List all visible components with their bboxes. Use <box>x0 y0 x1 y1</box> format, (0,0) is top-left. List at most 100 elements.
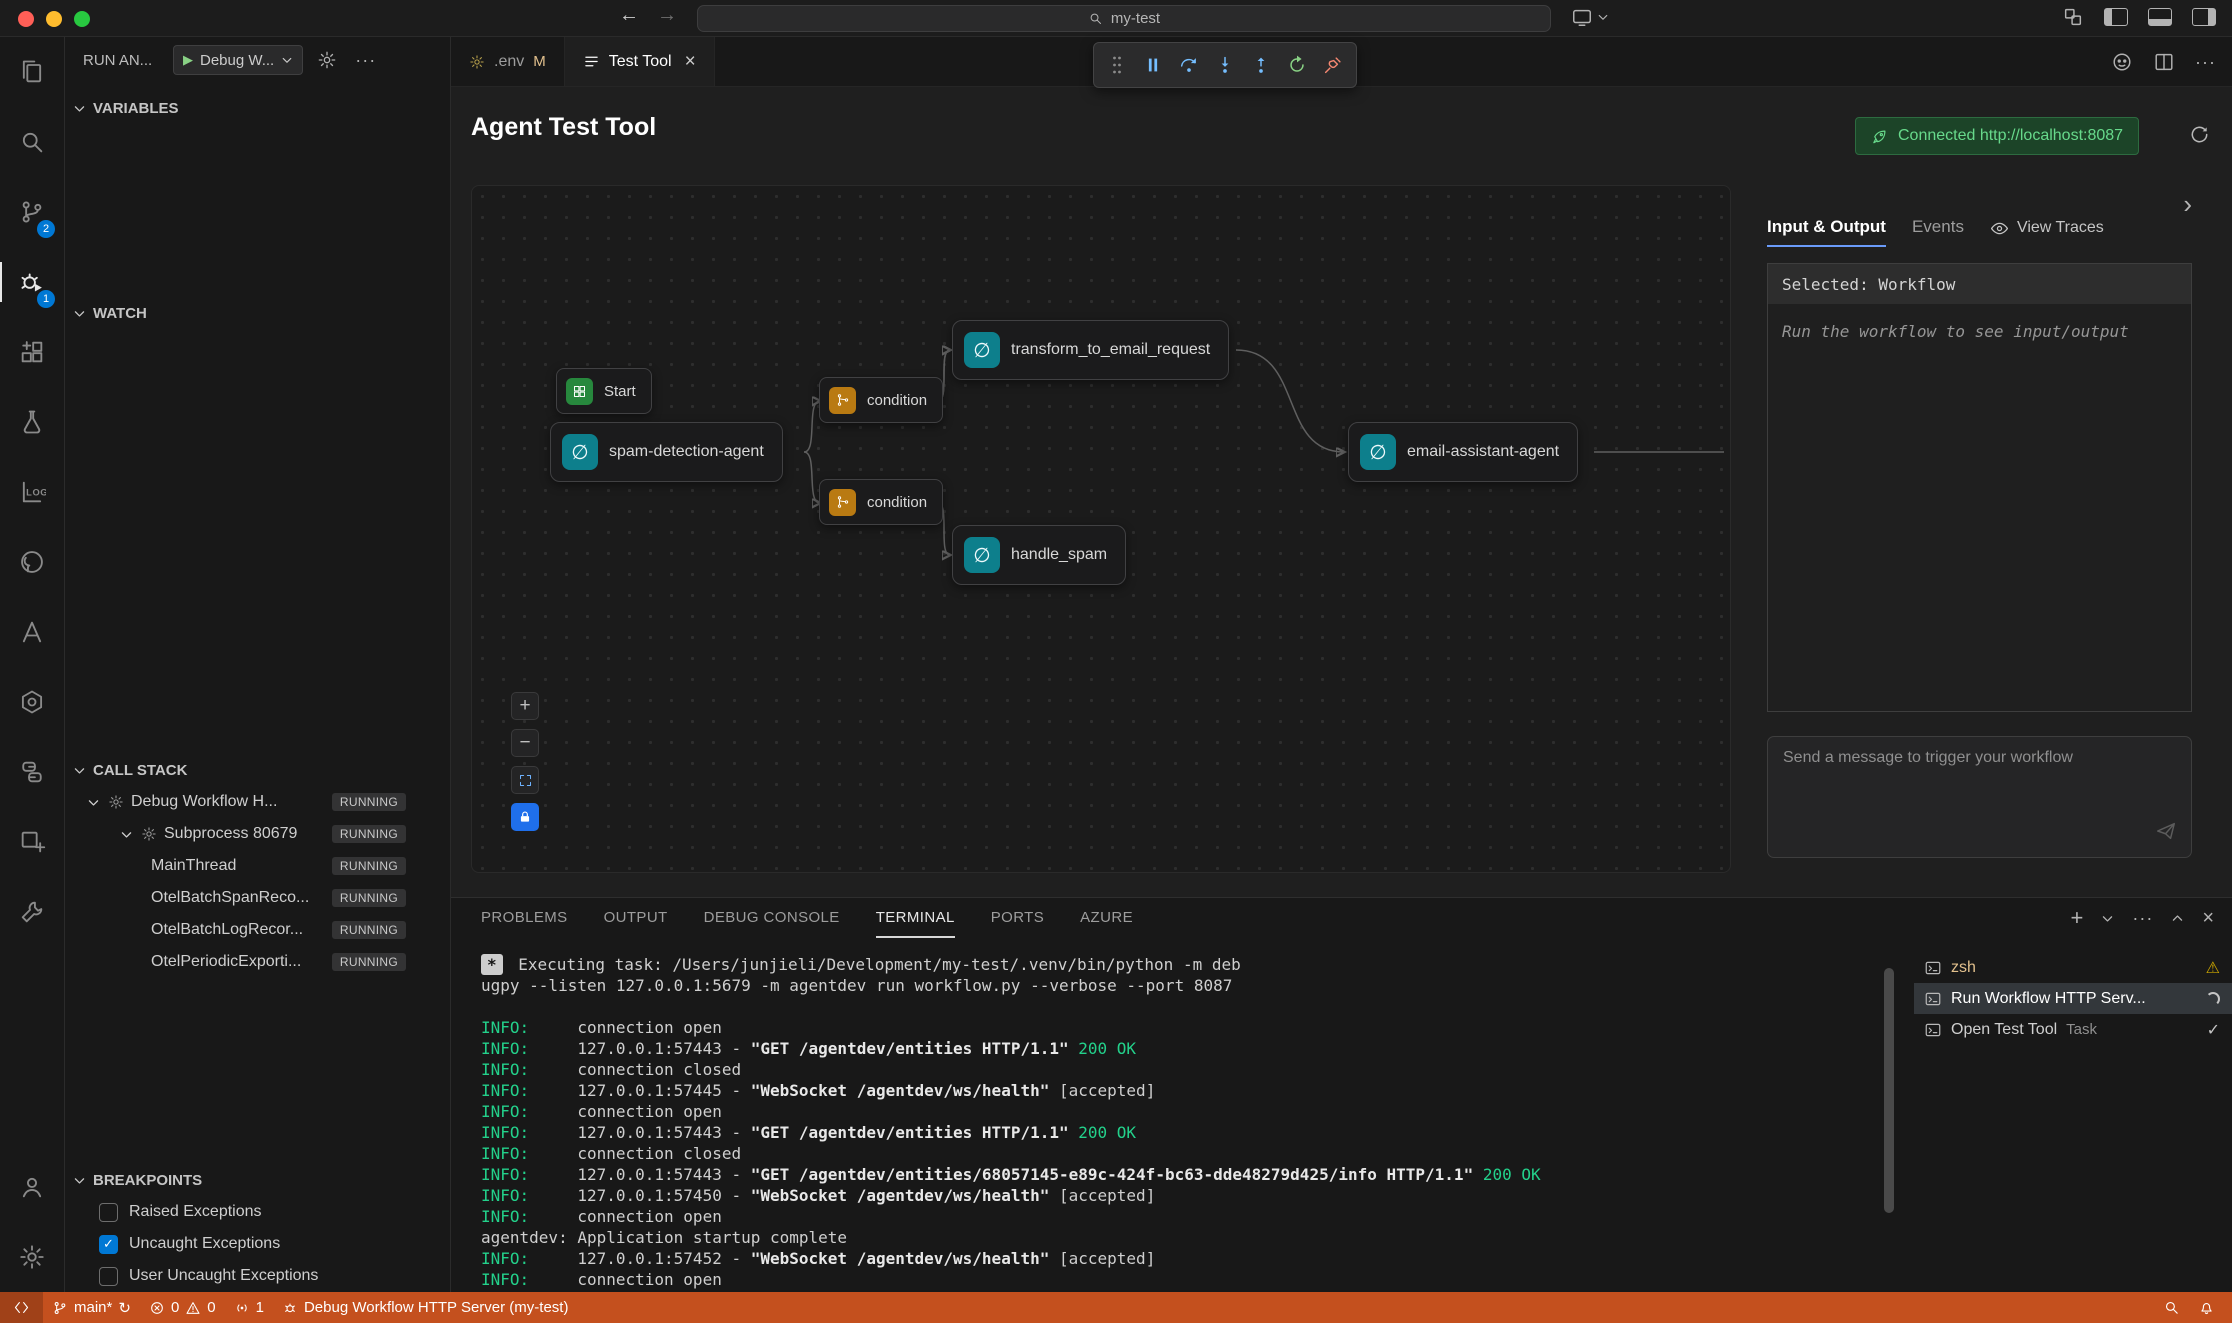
copilot-icon[interactable] <box>2111 51 2133 73</box>
connection-status-badge[interactable]: Connected http://localhost:8087 <box>1855 117 2139 155</box>
chevron-down-icon[interactable] <box>85 796 101 809</box>
restart-button[interactable] <box>1280 47 1314 83</box>
accounts-icon[interactable] <box>0 1152 64 1222</box>
call-stack-row[interactable]: Debug Workflow H...RUNNING <box>65 786 450 818</box>
zoom-window-button[interactable] <box>74 11 90 27</box>
launch-profile-chevron-icon[interactable] <box>2101 912 2114 925</box>
step-out-button[interactable] <box>1244 47 1278 83</box>
panel-tab-output[interactable]: OUTPUT <box>604 898 668 938</box>
call-stack-row[interactable]: MainThreadRUNNING <box>65 850 450 882</box>
command-center-search[interactable]: my-test <box>697 5 1551 32</box>
azure-icon[interactable] <box>0 597 64 667</box>
source-control-icon[interactable]: 2 <box>0 177 64 247</box>
terminal-output[interactable]: * Executing task: /Users/junjieli/Develo… <box>481 954 1872 1292</box>
terminal-list-item[interactable]: zsh⚠ <box>1914 952 2232 983</box>
zoom-in-button[interactable]: + <box>511 692 539 720</box>
zoom-indicator[interactable] <box>2154 1299 2189 1316</box>
forwarded-ports-item[interactable]: 1 <box>225 1292 273 1323</box>
search-view-icon[interactable] <box>0 107 64 177</box>
toggle-sidebar-icon[interactable] <box>2104 8 2128 26</box>
checkbox[interactable]: ✓ <box>99 1235 118 1254</box>
workflow-node-start[interactable]: Start <box>556 368 652 414</box>
watch-section-header[interactable]: WATCH <box>65 298 450 328</box>
workflow-node-email-assistant-agent[interactable]: ∅ email-assistant-agent <box>1348 422 1578 482</box>
breakpoint-row[interactable]: Raised Exceptions <box>65 1196 450 1228</box>
problems-item[interactable]: 0 0 <box>140 1292 225 1323</box>
send-icon[interactable] <box>2155 820 2177 847</box>
debug-launch-dropdown[interactable]: ▶ Debug W... <box>173 45 303 75</box>
output-log-icon[interactable]: LOG <box>0 457 64 527</box>
window-switcher[interactable] <box>1571 6 1609 28</box>
new-terminal-icon[interactable]: + <box>2070 905 2083 931</box>
workflow-canvas[interactable]: Start ∅ spam-detection-agent condition c… <box>471 185 1731 873</box>
split-editor-icon[interactable] <box>2153 51 2175 73</box>
variables-section-header[interactable]: VARIABLES <box>65 93 450 123</box>
git-branch-item[interactable]: main* ↻ <box>43 1292 140 1323</box>
breakpoints-section-header[interactable]: BREAKPOINTS <box>65 1165 450 1195</box>
nav-back-icon[interactable]: ← <box>614 4 644 27</box>
scrollbar-thumb[interactable] <box>1884 968 1894 1213</box>
disconnect-button[interactable] <box>1316 47 1350 83</box>
gear-icon[interactable] <box>313 50 341 70</box>
sync-icon[interactable]: ↻ <box>118 1299 131 1317</box>
more-actions-icon[interactable]: ··· <box>2132 908 2153 929</box>
panel-tab-azure[interactable]: AZURE <box>1080 898 1133 938</box>
run-and-debug-icon[interactable]: 1 <box>0 247 64 317</box>
toggle-panel-icon[interactable] <box>2148 8 2172 26</box>
call-stack-row[interactable]: OtelBatchSpanReco...RUNNING <box>65 882 450 914</box>
terminal-scrollbar[interactable] <box>1884 968 1894 1268</box>
call-stack-row[interactable]: OtelBatchLogRecor...RUNNING <box>65 914 450 946</box>
maximize-panel-icon[interactable] <box>2171 912 2184 925</box>
panel-tab-debug-console[interactable]: DEBUG CONSOLE <box>704 898 840 938</box>
workflow-node-transform-to-email-request[interactable]: ∅ transform_to_email_request <box>952 320 1229 380</box>
checkbox[interactable] <box>99 1267 118 1286</box>
customize-layout-icon[interactable] <box>2062 6 2084 28</box>
testing-icon[interactable] <box>0 387 64 457</box>
panel-tab-problems[interactable]: PROBLEMS <box>481 898 568 938</box>
ai-assistant-icon[interactable] <box>0 667 64 737</box>
extensions-icon[interactable] <box>0 317 64 387</box>
chevron-right-icon[interactable]: › <box>2183 189 2192 220</box>
zoom-out-button[interactable]: − <box>511 729 539 757</box>
refresh-icon[interactable] <box>2188 123 2211 151</box>
debug-session-item[interactable]: Debug Workflow HTTP Server (my-test) <box>273 1292 578 1323</box>
terminal-list-item[interactable]: Open Test ToolTask✓ <box>1914 1014 2232 1045</box>
workflow-node-condition-2[interactable]: condition <box>819 479 943 525</box>
close-panel-icon[interactable]: × <box>2202 907 2214 930</box>
tab-test-tool[interactable]: Test Tool × <box>565 37 715 86</box>
message-input[interactable]: Send a message to trigger your workflow <box>1767 736 2192 858</box>
toggle-secondary-sidebar-icon[interactable] <box>2192 8 2216 26</box>
more-actions-icon[interactable]: ··· <box>2195 52 2216 73</box>
call-stack-row[interactable]: OtelPeriodicExporti...RUNNING <box>65 946 450 978</box>
tools-icon[interactable] <box>0 877 64 947</box>
github-icon[interactable] <box>0 527 64 597</box>
close-tab-icon[interactable]: × <box>685 51 696 73</box>
call-stack-section-header[interactable]: CALL STACK <box>65 755 450 785</box>
panel-tab-ports[interactable]: PORTS <box>991 898 1044 938</box>
lock-button[interactable] <box>511 803 539 831</box>
tab-env[interactable]: .env M <box>451 37 565 86</box>
terminal-list-item[interactable]: Run Workflow HTTP Serv... <box>1914 983 2232 1014</box>
drag-handle-icon[interactable] <box>1100 47 1134 83</box>
fit-view-button[interactable] <box>511 766 539 794</box>
breakpoint-row[interactable]: User Uncaught Exceptions <box>65 1260 450 1292</box>
nav-forward-icon[interactable]: → <box>652 4 682 27</box>
view-traces-button[interactable]: View Traces <box>1990 219 2104 238</box>
pause-button[interactable] <box>1136 47 1170 83</box>
step-into-button[interactable] <box>1208 47 1242 83</box>
panel-tab-terminal[interactable]: TERMINAL <box>876 898 955 938</box>
call-stack-row[interactable]: Subprocess 80679RUNNING <box>65 818 450 850</box>
chevron-down-icon[interactable] <box>118 828 134 841</box>
step-over-button[interactable] <box>1172 47 1206 83</box>
explorer-icon[interactable] <box>0 37 64 107</box>
close-window-button[interactable] <box>18 11 34 27</box>
tab-events[interactable]: Events <box>1912 209 1964 247</box>
checkbox[interactable] <box>99 1203 118 1222</box>
python-icon[interactable] <box>0 737 64 807</box>
notifications-item[interactable] <box>2189 1299 2224 1316</box>
dev-container-icon[interactable] <box>0 807 64 877</box>
settings-gear-icon[interactable] <box>0 1222 64 1292</box>
tab-input-output[interactable]: Input & Output <box>1767 209 1886 247</box>
breakpoint-row[interactable]: ✓Uncaught Exceptions <box>65 1228 450 1260</box>
more-actions-icon[interactable]: ··· <box>351 50 380 71</box>
